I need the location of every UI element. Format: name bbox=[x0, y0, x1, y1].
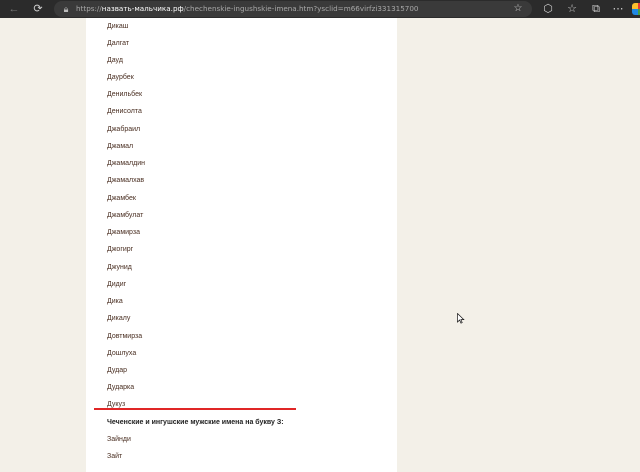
copilot-icon[interactable]: ⬡ bbox=[540, 1, 556, 17]
list-item: Даурбек bbox=[107, 74, 134, 81]
list-item: Дидиг bbox=[107, 281, 127, 288]
list-item: Далгат bbox=[107, 40, 130, 47]
lock-icon: 🔒︎ bbox=[63, 4, 69, 14]
list-item: Джабраил bbox=[107, 126, 141, 133]
list-item: Джамалдин bbox=[107, 160, 145, 167]
address-bar[interactable]: 🔒︎ https://назвать-мальчика.рф/chechensk… bbox=[54, 1, 532, 17]
list-item: Дауд bbox=[107, 57, 123, 64]
sidebar-logo-icon[interactable] bbox=[632, 3, 640, 15]
list-item: Зайт bbox=[107, 453, 123, 460]
list-item: Дикалу bbox=[107, 315, 131, 322]
more-menu-icon[interactable]: ⋯ bbox=[610, 1, 626, 17]
section-heading: Чеченские и ингушские мужские имена на б… bbox=[107, 419, 284, 426]
list-item: Джамбек bbox=[107, 195, 136, 202]
list-item: Денильбек bbox=[107, 91, 143, 98]
browser-toolbar: ← ⟳ 🔒︎ https://назвать-мальчика.рф/chech… bbox=[0, 0, 640, 18]
list-item: Денисолта bbox=[107, 108, 142, 115]
list-item: Джамал bbox=[107, 143, 134, 150]
list-item: Джамалхав bbox=[107, 177, 145, 184]
list-item: Джогирг bbox=[107, 246, 134, 253]
favorites-icon[interactable]: ☆ bbox=[564, 1, 580, 17]
list-item: Дика bbox=[107, 298, 123, 305]
list-item: Дудар bbox=[107, 367, 128, 374]
mouse-cursor-icon bbox=[457, 313, 465, 324]
list-item: Джамирза bbox=[107, 229, 140, 236]
list-item: Джамбулат bbox=[107, 212, 144, 219]
favorite-star-icon[interactable]: ☆ bbox=[512, 1, 524, 17]
list-item: Дударка bbox=[107, 384, 135, 391]
url-text: https://назвать-мальчика.рф/chechenskie-… bbox=[76, 4, 419, 13]
reload-icon[interactable]: ⟳ bbox=[30, 1, 46, 17]
list-item: Зайнди bbox=[107, 436, 131, 443]
list-item: Дикаш bbox=[107, 23, 129, 30]
red-underline-annotation bbox=[94, 408, 296, 410]
collections-icon[interactable]: ⧉ bbox=[588, 1, 604, 17]
list-item: Дошлуха bbox=[107, 350, 137, 357]
back-arrow-icon[interactable]: ← bbox=[6, 1, 22, 17]
list-item: Довтмирза bbox=[107, 333, 143, 340]
list-item: Джунид bbox=[107, 264, 132, 271]
